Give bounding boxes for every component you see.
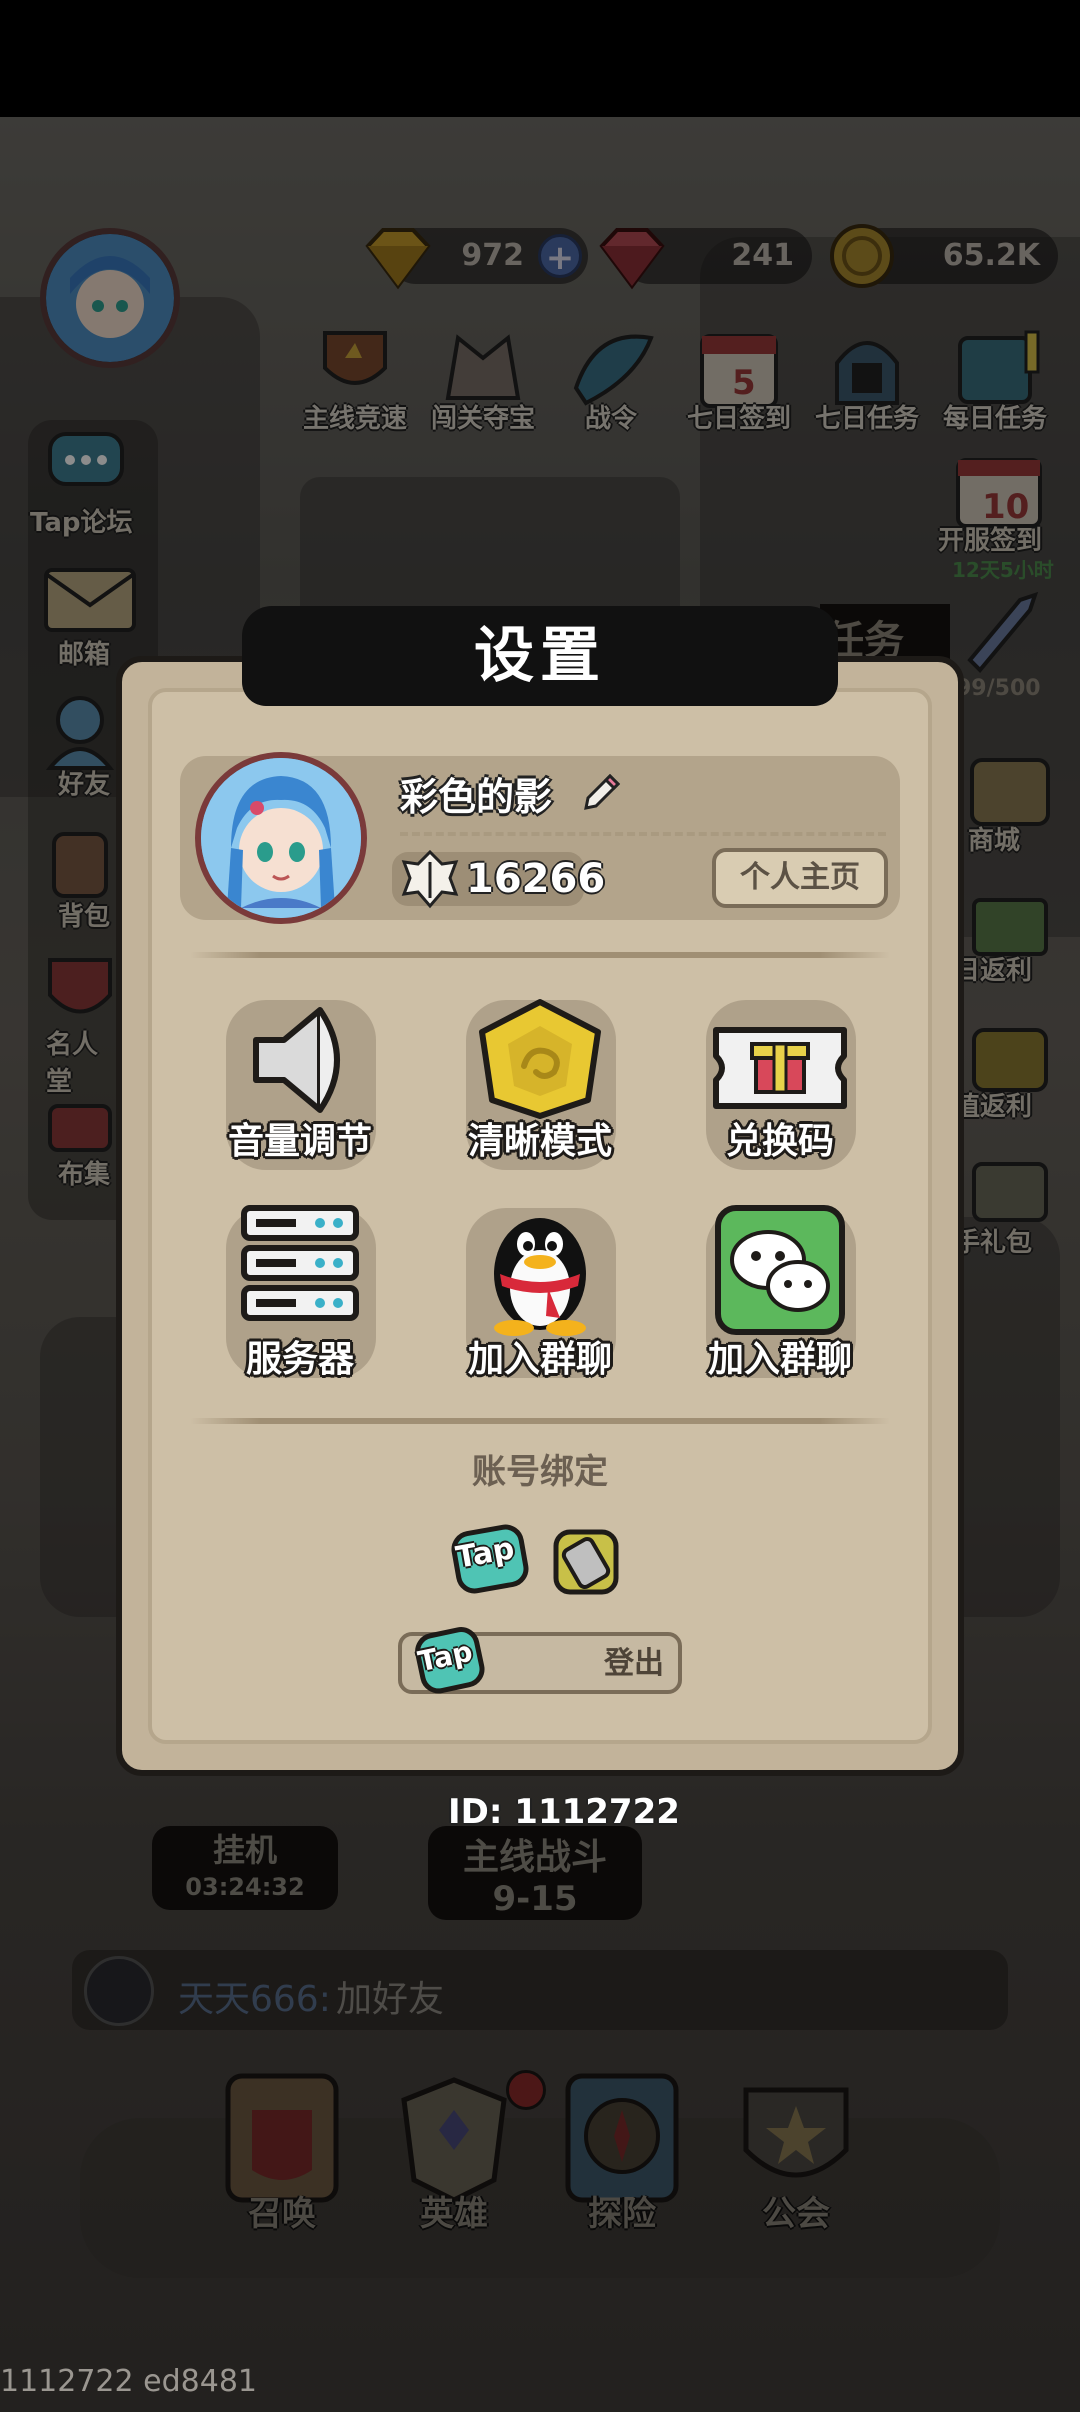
clarity-icon <box>479 999 601 1119</box>
version-text: 1112722 ed8481 <box>0 2364 257 2399</box>
qq-icon <box>494 1218 586 1336</box>
join-qq-group-button[interactable]: 加入群聊 <box>448 1200 632 1384</box>
logout-tap-badge: Tap <box>414 1624 488 1698</box>
power-icon <box>401 849 459 909</box>
profile-avatar[interactable] <box>195 752 367 924</box>
edit-pencil-icon[interactable] <box>578 770 624 816</box>
power-value: 16266 <box>466 856 606 902</box>
wechat-icon <box>715 1205 845 1335</box>
divider-top <box>190 952 890 958</box>
player-id: ID: 1112722 <box>448 1792 680 1832</box>
divider-bottom <box>190 1418 890 1424</box>
status-bar <box>0 0 1080 117</box>
dialog-title: 设置 <box>242 606 838 706</box>
bind-phone-button[interactable] <box>548 1524 624 1598</box>
join-wechat-group-button[interactable]: 加入群聊 <box>688 1200 872 1384</box>
server-icon <box>241 1205 359 1321</box>
profile-dotted-divider <box>400 832 886 836</box>
personal-home-button[interactable]: 个人主页 <box>712 848 888 908</box>
speaker-icon <box>253 1007 340 1113</box>
server-button[interactable]: 服务器 <box>208 1200 392 1384</box>
gift-code-icon <box>713 1027 847 1109</box>
account-binding-title: 账号绑定 <box>472 1452 608 1492</box>
bind-tap-button[interactable]: Tap <box>450 1522 530 1596</box>
volume-button[interactable]: 音量调节 <box>208 992 392 1176</box>
clarity-mode-button[interactable]: 清晰模式 <box>448 992 632 1176</box>
redeem-code-button[interactable]: 兑换码 <box>688 992 872 1176</box>
username: 彩色的影 <box>400 775 553 819</box>
avatar-portrait-icon <box>201 758 361 918</box>
